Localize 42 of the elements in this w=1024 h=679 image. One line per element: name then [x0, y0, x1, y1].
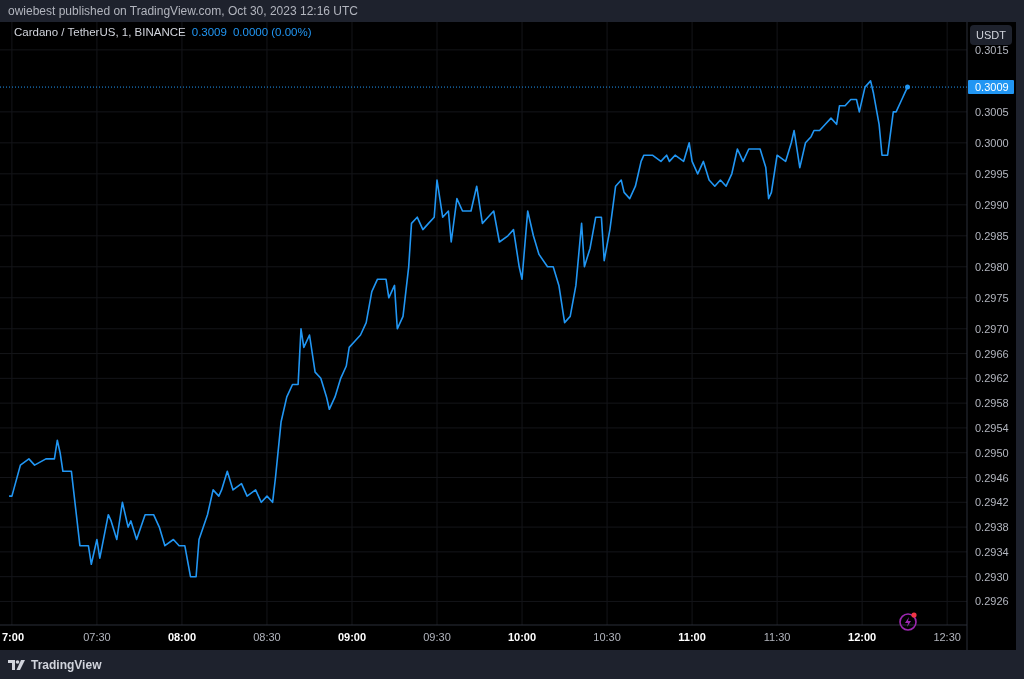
price-axis-label: 0.3000: [975, 136, 1009, 149]
price-axis-label: 0.2975: [975, 291, 1009, 304]
symbol-label: Cardano / TetherUS, 1, BINANCE: [14, 26, 186, 38]
price-axis-label: 0.2990: [975, 198, 1009, 211]
time-axis-label: 08:00: [167, 631, 196, 643]
lightning-icon[interactable]: [898, 610, 920, 632]
time-axis-label: 11:00: [678, 631, 706, 643]
price-axis-label: 0.2934: [975, 545, 1009, 558]
price-axis-label: 0.2950: [975, 446, 1009, 459]
price-axis-label: 0.3005: [975, 105, 1009, 118]
price-axis-label: 0.2995: [975, 167, 1009, 180]
time-axis-label: 7:00: [2, 631, 25, 643]
time-axis-label: 09:00: [337, 631, 367, 643]
time-axis-label: 12:30: [933, 631, 961, 643]
price-axis-label: 0.2946: [975, 471, 1009, 484]
logo-icon: [8, 659, 26, 670]
time-axis-label: 10:00: [507, 631, 537, 643]
time-axis-label: 08:30: [253, 631, 281, 643]
price-axis-label: 0.2985: [975, 229, 1009, 242]
price-axis-label: 0.2938: [975, 521, 1009, 534]
brand-name: TradingView: [31, 657, 102, 672]
last-price-dot: [905, 84, 910, 90]
time-axis-label: 11:30: [763, 631, 791, 643]
price-axis-label: 0.3015: [975, 43, 1009, 56]
price-axis-label: 0.2930: [975, 570, 1009, 583]
last-price: 0.3009: [191, 26, 227, 38]
currency-button[interactable]: USDT: [970, 25, 1012, 45]
price-axis-label: 0.2926: [975, 595, 1009, 608]
price-axis-label: 0.2980: [975, 260, 1009, 273]
price-axis-label: 0.2958: [975, 397, 1009, 410]
time-axis-label: 09:30: [423, 631, 451, 643]
publish-info: owiebest published on TradingView.com, Oct 30, 2023 12:16 UTC: [8, 4, 358, 18]
price-axis-label: 0.2962: [975, 372, 1009, 385]
time-axis-label: 12:00: [848, 631, 877, 643]
price-axis-label: 0.2942: [975, 496, 1009, 509]
price-axis-label: 0.2966: [975, 347, 1009, 360]
price-change: 0.0000 (0.00%): [232, 26, 312, 38]
price-axis-label: 0.2970: [975, 322, 1009, 335]
time-axis-label: 07:30: [83, 631, 111, 643]
time-axis-label: 10:30: [593, 631, 621, 643]
price-axis-label: 0.2954: [975, 421, 1009, 434]
price-label: 0.3009: [968, 80, 1014, 95]
